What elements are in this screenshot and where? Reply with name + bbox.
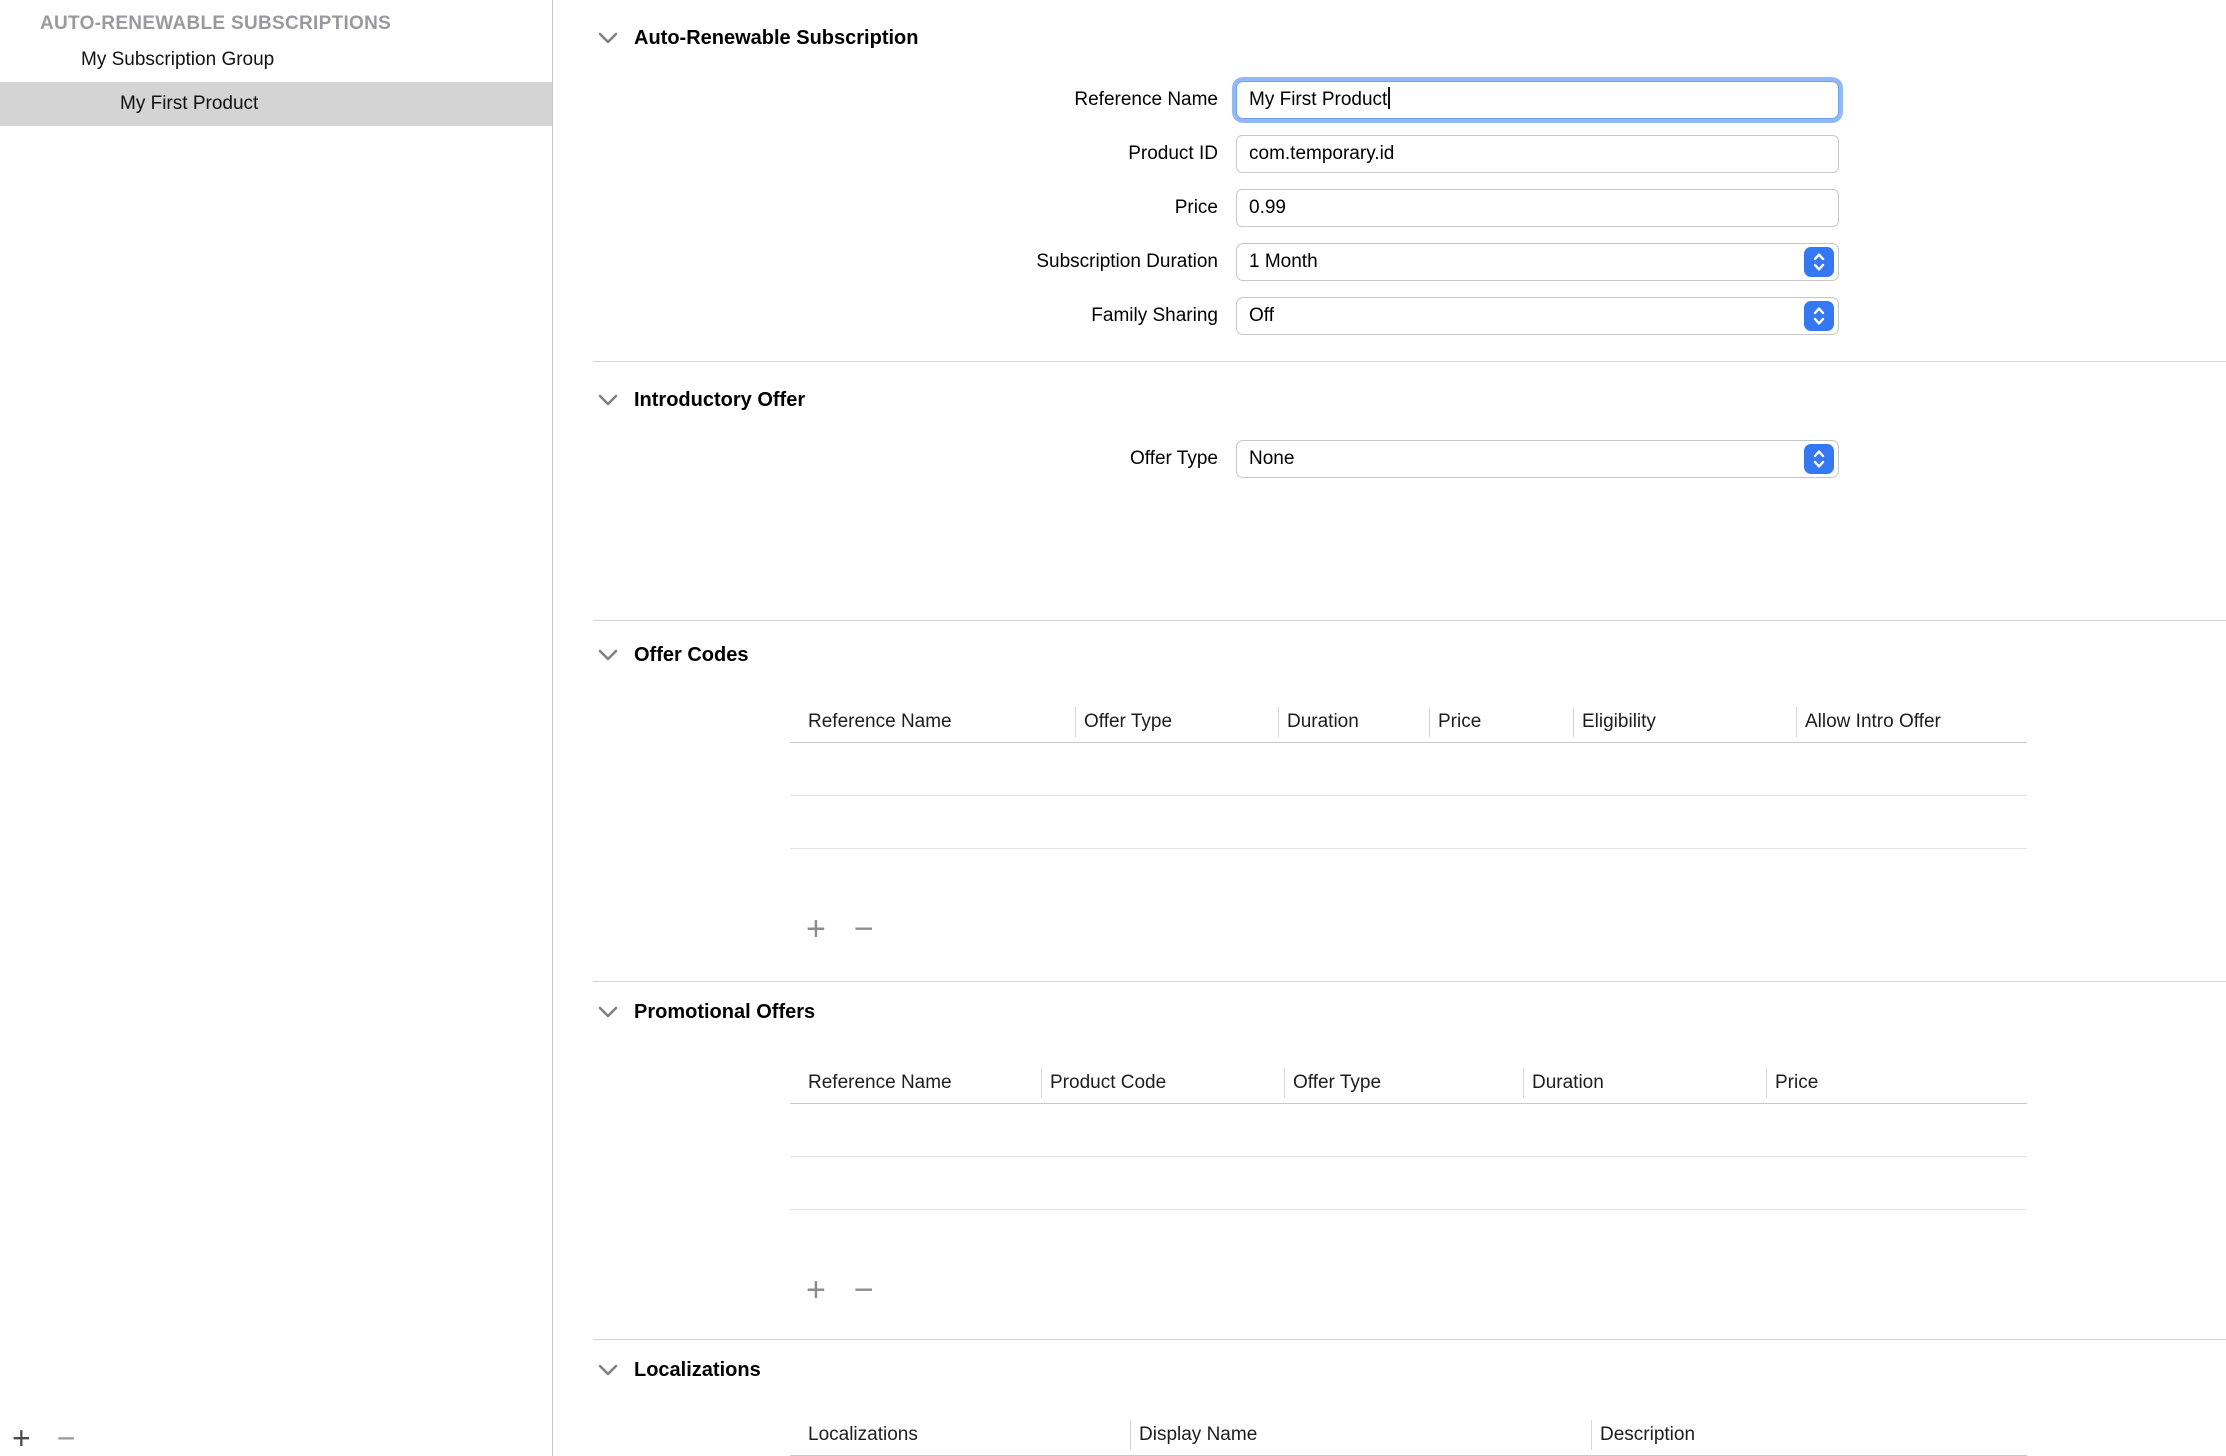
section-title: Localizations xyxy=(634,1359,761,1382)
family-sharing-popup[interactable]: Off xyxy=(1236,297,1839,335)
column-header-offer-type[interactable]: Offer Type xyxy=(1075,707,1278,737)
popup-stepper-icon xyxy=(1804,444,1834,474)
popup-stepper-icon xyxy=(1804,247,1834,277)
section-header-subscription: Auto-Renewable Subscription xyxy=(598,24,2226,52)
section-header-promotional-offers: Promotional Offers xyxy=(598,998,2226,1026)
section-title: Introductory Offer xyxy=(634,389,805,412)
section-divider xyxy=(593,361,2226,362)
add-icon[interactable]: + xyxy=(806,1273,826,1307)
offer-type-popup[interactable]: None xyxy=(1236,440,1839,478)
column-header-reference-name[interactable]: Reference Name xyxy=(790,707,1075,737)
text-caret xyxy=(1388,87,1390,109)
section-divider xyxy=(593,1339,2226,1340)
table-row-empty xyxy=(790,796,2027,849)
column-header-duration[interactable]: Duration xyxy=(1523,1068,1766,1098)
offer-codes-actions: + − xyxy=(806,909,2027,949)
offer-type-label: Offer Type xyxy=(554,448,1218,470)
section-header-offer-codes: Offer Codes xyxy=(598,641,2226,669)
column-header-reference-name[interactable]: Reference Name xyxy=(790,1068,1041,1098)
remove-icon[interactable]: − xyxy=(854,1273,874,1307)
table-row-empty xyxy=(790,1104,2027,1157)
localizations-table-header: Localizations Display Name Description xyxy=(790,1414,2027,1456)
chevron-down-icon[interactable] xyxy=(598,393,618,407)
chevron-down-icon[interactable] xyxy=(598,648,618,662)
editor-pane: Auto-Renewable Subscription Reference Na… xyxy=(554,0,2226,1456)
column-header-price[interactable]: Price xyxy=(1429,707,1573,737)
price-label: Price xyxy=(554,197,1218,219)
reference-name-value: My First Product xyxy=(1249,89,1387,110)
add-icon[interactable]: + xyxy=(12,1422,31,1454)
column-header-description[interactable]: Description xyxy=(1591,1420,2027,1450)
section-title: Auto-Renewable Subscription xyxy=(634,27,918,50)
reference-name-input[interactable]: My First Product xyxy=(1236,81,1839,119)
column-header-product-code[interactable]: Product Code xyxy=(1041,1068,1284,1098)
section-title: Promotional Offers xyxy=(634,1001,815,1024)
sidebar-actions: + − xyxy=(12,1422,75,1454)
section-divider xyxy=(593,620,2226,621)
section-header-localizations: Localizations xyxy=(598,1356,2226,1384)
column-header-offer-type[interactable]: Offer Type xyxy=(1284,1068,1523,1098)
subscription-duration-popup[interactable]: 1 Month xyxy=(1236,243,1839,281)
popup-stepper-icon xyxy=(1804,301,1834,331)
column-header-localizations[interactable]: Localizations xyxy=(790,1420,1130,1450)
add-icon[interactable]: + xyxy=(806,912,826,946)
chevron-down-icon[interactable] xyxy=(598,1005,618,1019)
chevron-down-icon[interactable] xyxy=(598,31,618,45)
offer-codes-table: Reference Name Offer Type Duration Price… xyxy=(790,701,2027,949)
price-value: 0.99 xyxy=(1249,197,1286,218)
product-id-input[interactable]: com.temporary.id xyxy=(1236,135,1839,173)
column-header-display-name[interactable]: Display Name xyxy=(1130,1420,1591,1450)
section-header-introductory-offer: Introductory Offer xyxy=(598,386,2226,414)
chevron-down-icon[interactable] xyxy=(598,1363,618,1377)
localizations-table: Localizations Display Name Description xyxy=(790,1414,2027,1456)
column-header-eligibility[interactable]: Eligibility xyxy=(1573,707,1796,737)
subscription-duration-value: 1 Month xyxy=(1249,251,1318,272)
section-divider xyxy=(593,981,2226,982)
table-row-empty xyxy=(790,1157,2027,1210)
promotional-offers-table-header: Reference Name Product Code Offer Type D… xyxy=(790,1062,2027,1104)
offer-codes-table-header: Reference Name Offer Type Duration Price… xyxy=(790,701,2027,743)
sidebar: AUTO-RENEWABLE SUBSCRIPTIONS My Subscrip… xyxy=(0,0,553,1456)
price-input[interactable]: 0.99 xyxy=(1236,189,1839,227)
promotional-offers-table: Reference Name Product Code Offer Type D… xyxy=(790,1062,2027,1310)
promotional-offers-actions: + − xyxy=(806,1270,2027,1310)
column-header-allow-intro-offer[interactable]: Allow Intro Offer xyxy=(1796,707,2027,737)
column-header-price[interactable]: Price xyxy=(1766,1068,2027,1098)
family-sharing-label: Family Sharing xyxy=(554,305,1218,327)
section-title: Offer Codes xyxy=(634,644,748,667)
product-id-value: com.temporary.id xyxy=(1249,143,1394,164)
offer-type-value: None xyxy=(1249,448,1294,469)
remove-icon[interactable]: − xyxy=(854,912,874,946)
family-sharing-value: Off xyxy=(1249,305,1274,326)
sidebar-item-first-product[interactable]: My First Product xyxy=(0,82,552,126)
remove-icon[interactable]: − xyxy=(57,1422,76,1454)
table-row-empty xyxy=(790,743,2027,796)
column-header-duration[interactable]: Duration xyxy=(1278,707,1429,737)
reference-name-label: Reference Name xyxy=(554,89,1218,111)
subscription-duration-label: Subscription Duration xyxy=(554,251,1218,273)
sidebar-item-subscription-group[interactable]: My Subscription Group xyxy=(0,38,552,82)
product-id-label: Product ID xyxy=(554,143,1218,165)
sidebar-group-header: AUTO-RENEWABLE SUBSCRIPTIONS xyxy=(0,0,552,38)
